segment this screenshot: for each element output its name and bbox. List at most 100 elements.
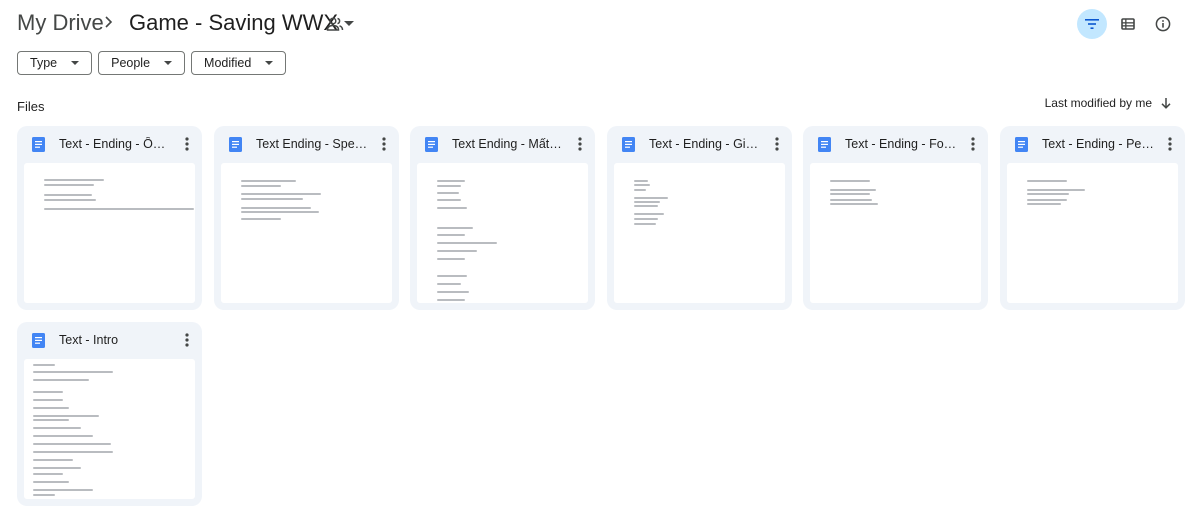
filter-list-icon xyxy=(1085,19,1099,29)
preview-text-line xyxy=(33,391,63,393)
file-card[interactable]: Text - Ending - Gian... xyxy=(607,126,792,310)
preview-text-line xyxy=(241,207,311,209)
file-card[interactable]: Text - Ending - Fore... xyxy=(803,126,988,310)
preview-text-line xyxy=(33,407,69,409)
google-docs-icon xyxy=(425,137,438,152)
preview-text-line xyxy=(33,443,111,445)
more-actions-button[interactable] xyxy=(177,134,197,154)
breadcrumb-current-folder[interactable]: Game - Saving WWX xyxy=(129,10,355,36)
preview-text-line xyxy=(830,189,876,191)
file-card[interactable]: Text Ending - Mất Tr... xyxy=(410,126,595,310)
preview-text-line xyxy=(634,180,648,182)
chevron-right-icon xyxy=(105,16,113,28)
google-docs-icon xyxy=(818,137,831,152)
preview-text-line xyxy=(33,419,69,421)
file-name: Text Ending - Mất Tr... xyxy=(452,137,564,151)
preview-text-line xyxy=(33,371,113,373)
file-card-header: Text - Ending - Ôn ... xyxy=(17,126,202,162)
file-preview-thumbnail xyxy=(1007,163,1178,303)
preview-text-line xyxy=(33,489,93,491)
filter-button[interactable] xyxy=(1077,9,1107,39)
file-name: Text - Ending - Fore... xyxy=(845,137,957,151)
google-docs-icon xyxy=(32,333,45,348)
preview-text-line xyxy=(437,275,467,277)
file-card-header: Text Ending - Speci... xyxy=(214,126,399,162)
preview-text-line xyxy=(44,179,104,181)
people-filter-chip[interactable]: People xyxy=(98,51,186,75)
preview-text-line xyxy=(241,211,319,213)
modified-filter-chip[interactable]: Modified xyxy=(191,51,287,75)
preview-text-line xyxy=(33,467,81,469)
file-preview-thumbnail xyxy=(614,163,785,303)
preview-text-line xyxy=(241,185,281,187)
files-section-heading: Files xyxy=(17,99,45,114)
preview-text-line xyxy=(1027,180,1067,182)
more-vert-icon xyxy=(1168,137,1172,151)
preview-text-line xyxy=(830,180,870,182)
preview-text-line xyxy=(634,201,660,203)
file-card[interactable]: Text - Ending - Ôn ... xyxy=(17,126,202,310)
preview-text-line xyxy=(830,193,870,195)
file-card[interactable]: Text - Ending - Perf... xyxy=(1000,126,1185,310)
preview-text-line xyxy=(241,198,303,200)
file-card-header: Text - Intro xyxy=(17,322,202,358)
more-vert-icon xyxy=(971,137,975,151)
preview-text-line xyxy=(33,435,93,437)
type-filter-chip[interactable]: Type xyxy=(17,51,93,75)
view-details-button[interactable] xyxy=(1148,9,1178,39)
more-actions-button[interactable] xyxy=(570,134,590,154)
more-actions-button[interactable] xyxy=(1160,134,1180,154)
preview-text-line xyxy=(634,189,646,191)
preview-text-line xyxy=(1027,193,1069,195)
preview-text-line xyxy=(437,180,465,182)
breadcrumb-root[interactable]: My Drive xyxy=(17,10,104,36)
preview-text-line xyxy=(634,213,664,215)
file-card[interactable]: Text - Intro xyxy=(17,322,202,506)
file-card-header: Text - Ending - Gian... xyxy=(607,126,792,162)
preview-text-line xyxy=(437,227,473,229)
preview-text-line xyxy=(437,291,469,293)
more-actions-button[interactable] xyxy=(374,134,394,154)
preview-text-line xyxy=(33,451,113,453)
preview-text-line xyxy=(1027,203,1061,205)
file-preview-thumbnail xyxy=(24,359,195,499)
more-vert-icon xyxy=(775,137,779,151)
more-vert-icon xyxy=(382,137,386,151)
more-actions-button[interactable] xyxy=(767,134,787,154)
preview-text-line xyxy=(437,250,477,252)
more-vert-icon xyxy=(185,333,189,347)
preview-text-line xyxy=(33,481,69,483)
preview-text-line xyxy=(33,427,81,429)
toggle-layout-button[interactable] xyxy=(1113,9,1143,39)
preview-text-line xyxy=(634,218,658,220)
more-actions-button[interactable] xyxy=(177,330,197,350)
chip-label: People xyxy=(111,56,151,70)
sort-control[interactable]: Last modified by me xyxy=(1045,96,1172,110)
preview-text-line xyxy=(437,207,467,209)
info-icon xyxy=(1155,16,1171,32)
chip-label: Type xyxy=(30,56,58,70)
preview-text-line xyxy=(44,199,96,201)
people-icon[interactable] xyxy=(326,15,344,33)
preview-text-line xyxy=(634,197,668,199)
preview-text-line xyxy=(33,364,55,366)
file-name: Text - Ending - Perf... xyxy=(1042,137,1154,151)
google-docs-icon xyxy=(1015,137,1028,152)
preview-text-line xyxy=(33,399,63,401)
arrow-down-icon[interactable] xyxy=(1160,97,1172,109)
google-docs-icon xyxy=(229,137,242,152)
preview-text-line xyxy=(437,283,461,285)
file-name: Text - Ending - Gian... xyxy=(649,137,761,151)
preview-text-line xyxy=(33,494,55,496)
file-card-header: Text - Ending - Fore... xyxy=(803,126,988,162)
grid-view-icon xyxy=(1121,18,1135,30)
file-preview-thumbnail xyxy=(24,163,195,303)
file-card-header: Text Ending - Mất Tr... xyxy=(410,126,595,162)
preview-text-line xyxy=(634,205,658,207)
chip-label: Modified xyxy=(204,56,252,70)
caret-down-icon xyxy=(344,20,355,26)
preview-text-line xyxy=(1027,189,1085,191)
file-card[interactable]: Text Ending - Speci... xyxy=(214,126,399,310)
more-actions-button[interactable] xyxy=(963,134,983,154)
preview-text-line xyxy=(241,180,296,182)
